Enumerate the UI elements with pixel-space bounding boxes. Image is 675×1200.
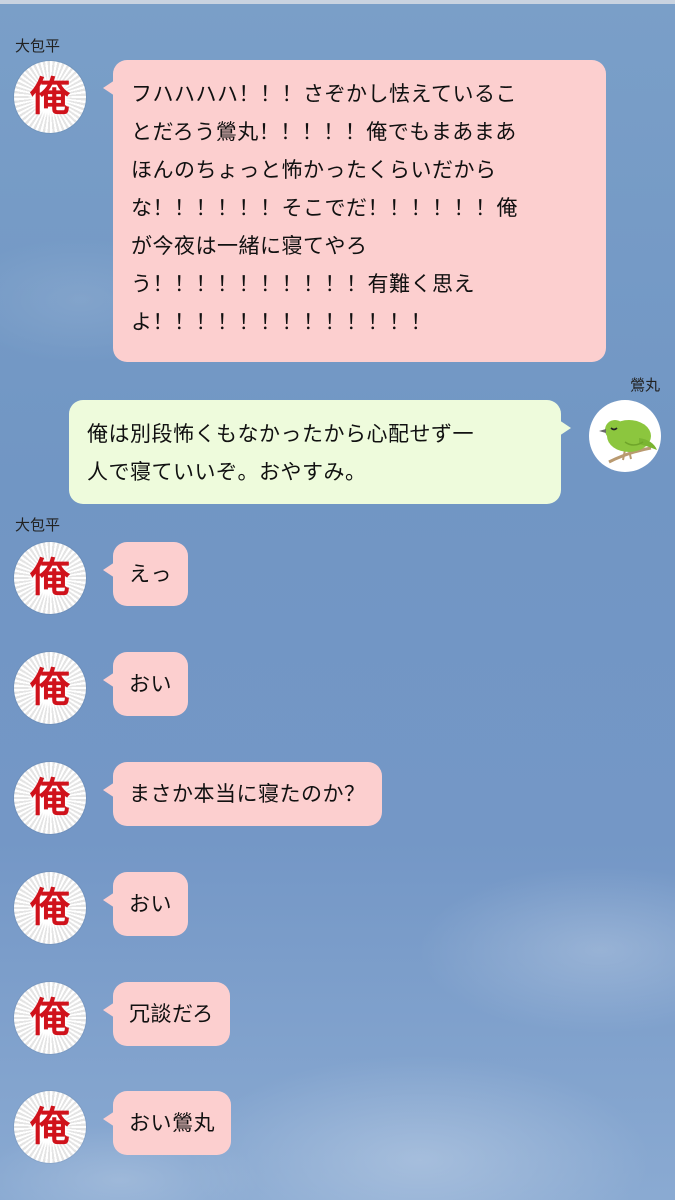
message-text: おい xyxy=(129,892,172,916)
message-text: まさか本当に寝たのか？ xyxy=(129,782,366,806)
avatar[interactable]: 俺 xyxy=(14,982,86,1054)
message-line: ほんのちょっと怖かったくらいだから xyxy=(131,158,497,182)
top-divider xyxy=(0,0,675,4)
sender-name-right: 鶯丸 xyxy=(629,376,660,394)
bubble-tail xyxy=(103,80,115,96)
message-line: 人で寝ていいぞ。おやすみ。 xyxy=(87,460,367,484)
message-line: よ！！！！！！！！！！！！！ xyxy=(131,310,432,334)
bubble-tail xyxy=(103,1111,115,1127)
bubble-tail xyxy=(103,672,115,688)
message-text: えっ xyxy=(129,562,172,586)
avatar[interactable]: 俺 xyxy=(14,61,86,133)
sender-name-left: 大包平 xyxy=(15,37,61,55)
message-bubble[interactable]: 冗談だろ xyxy=(103,982,230,1046)
bubble-tail xyxy=(559,420,571,436)
avatar[interactable]: 俺 xyxy=(14,542,86,614)
avatar-glyph: 俺 xyxy=(30,1103,70,1150)
message-line: な！！！！！！そこでだ！！！！！！俺 xyxy=(131,196,518,220)
avatar[interactable]: 俺 xyxy=(14,652,86,724)
avatar[interactable]: 俺 xyxy=(14,872,86,944)
message-text: おい鶯丸 xyxy=(129,1111,215,1135)
message-line: とだろう鶯丸！！！！！俺でもまあまあ xyxy=(131,120,517,144)
avatar-glyph: 俺 xyxy=(30,774,70,821)
avatar-glyph: 俺 xyxy=(30,73,70,120)
message-bubble[interactable]: おい xyxy=(103,652,188,716)
bubble-tail xyxy=(103,782,115,798)
message-line: う！！！！！！！！！！有難く思え xyxy=(131,272,475,296)
avatar[interactable]: 俺 xyxy=(14,1091,86,1163)
sender-name-left: 大包平 xyxy=(15,516,61,534)
message-line: 俺は別段怖くもなかったから心配せず一 xyxy=(87,422,474,446)
bubble-tail xyxy=(103,562,115,578)
message-line: フハハハハ！！！さぞかし怯えているこ xyxy=(131,82,517,106)
avatar-glyph: 俺 xyxy=(30,554,70,601)
bubble-tail xyxy=(103,892,115,908)
message-bubble[interactable]: おい鶯丸 xyxy=(103,1091,231,1155)
message-text: 冗談だろ xyxy=(129,1002,214,1026)
message-bubble[interactable]: えっ xyxy=(103,542,188,606)
green-bird-icon xyxy=(599,420,657,464)
avatar[interactable] xyxy=(589,400,661,472)
message-bubble[interactable]: おい xyxy=(103,872,188,936)
avatar-glyph: 俺 xyxy=(30,664,70,711)
message-text: おい xyxy=(129,672,172,696)
message-bubble[interactable]: まさか本当に寝たのか？ xyxy=(103,762,382,826)
message-bubble[interactable]: フハハハハ！！！さぞかし怯えているこ とだろう鶯丸！！！！！俺でもまあまあ ほん… xyxy=(103,60,606,362)
avatar[interactable]: 俺 xyxy=(14,762,86,834)
message-bubble[interactable]: 俺は別段怖くもなかったから心配せず一 人で寝ていいぞ。おやすみ。 xyxy=(69,400,571,504)
message-line: が今夜は一緒に寝てやろ xyxy=(131,234,368,258)
avatar-glyph: 俺 xyxy=(30,884,70,931)
bubble-tail xyxy=(103,1002,115,1018)
avatar-glyph: 俺 xyxy=(30,994,70,1041)
